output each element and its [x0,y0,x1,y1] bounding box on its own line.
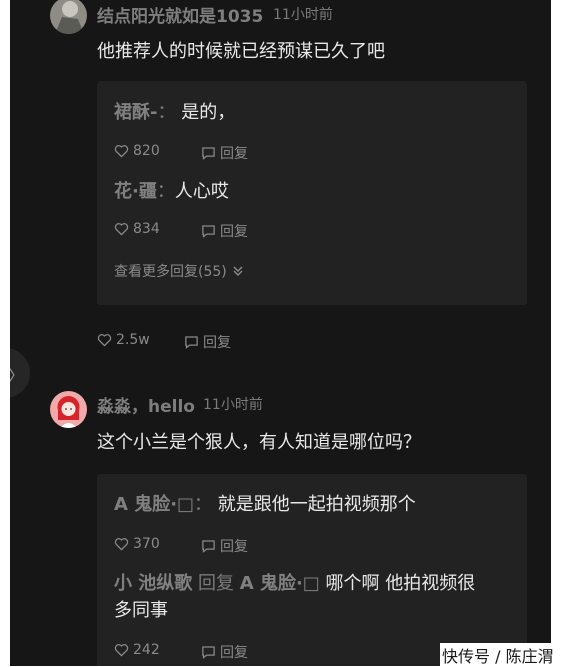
reply-text: 哪个啊 他拍视频很 [325,573,476,594]
reply-item: 裙酥-： 是的， [114,102,236,123]
heart-icon [114,538,129,551]
reply-author[interactable]: 裙酥- [114,102,157,123]
reply-label: 回复 [220,146,248,162]
reply-button[interactable]: 回复 [201,642,248,662]
reply-item: 小 池纵歌 回复 A 鬼脸·□ 哪个啊 他拍视频很 [114,573,476,594]
heart-icon [97,334,112,347]
like-button[interactable]: 242 [114,642,160,658]
more-replies-link[interactable]: 查看更多回复(55) [114,261,244,281]
like-button[interactable]: 2.5w [97,332,150,348]
avatar[interactable] [50,391,87,428]
reply-button[interactable]: 回复 [201,221,248,241]
username[interactable]: 淼淼，hello [97,392,195,417]
reply-button[interactable]: 回复 [184,332,231,352]
reply-button[interactable]: 回复 [201,536,248,556]
reply-item: A 鬼脸·□： 就是跟他一起拍视频那个 [114,494,416,515]
like-button[interactable]: 370 [114,536,160,552]
reply-box: 裙酥-： 是的， 820 回复 花·疆：人心哎 834 回复 查看更多回复(55… [97,81,527,305]
watermark: 快传号 / 陈庄渭 [440,643,556,667]
reply-label: 回复 [203,335,231,351]
comment-icon [185,336,198,349]
like-button[interactable]: 820 [114,143,160,159]
timestamp: 11小时前 [203,397,263,413]
reply-author[interactable]: 小 池纵歌 [114,573,192,594]
reply-label: 回复 [220,645,248,661]
reply-label: 回复 [220,539,248,555]
double-chevron-down-icon [233,266,243,276]
avatar[interactable] [50,0,87,34]
like-count: 2.5w [116,332,150,348]
comment-icon [202,225,215,238]
comment-text: 这个小兰是个狠人，有人知道是哪位吗？ [97,432,421,453]
reply-text: 人心哎 [174,181,229,202]
like-count: 834 [133,221,160,237]
chevron-right-icon: 〉 [10,362,24,386]
reply-box: A 鬼脸·□： 就是跟他一起拍视频那个 370 回复 小 池纵歌 回复 A 鬼脸… [97,474,527,666]
comment-icon [202,646,215,659]
like-button[interactable]: 834 [114,221,160,237]
comment-panel: 结点阳光就如是1035 11小时前 他推荐人的时候就已经预谋已久了吧 裙酥-： … [10,0,551,666]
reply-text: 就是跟他一起拍视频那个 [217,494,416,515]
heart-icon [114,223,129,236]
reply-label: 回复 [220,224,248,240]
reply-target[interactable]: A 鬼脸·□ [240,573,320,594]
comment-text: 他推荐人的时候就已经预谋已久了吧 [97,41,385,62]
like-count: 820 [133,143,160,159]
username[interactable]: 结点阳光就如是1035 [97,2,263,27]
reply-text: 是的， [181,102,236,123]
like-count: 242 [133,642,160,658]
reply-text-continued: 多同事 [114,600,168,621]
comment-icon [202,147,215,160]
comment-icon [202,540,215,553]
reply-button[interactable]: 回复 [201,143,248,163]
reply-author[interactable]: 花·疆 [114,181,157,202]
heart-icon [114,644,129,657]
like-count: 370 [133,536,160,552]
side-collapse-tab[interactable]: 〉 [10,348,30,398]
reply-item: 花·疆：人心哎 [114,181,229,202]
heart-icon [114,145,129,158]
timestamp: 11小时前 [273,7,333,23]
reply-author[interactable]: A 鬼脸·□ [114,494,194,515]
